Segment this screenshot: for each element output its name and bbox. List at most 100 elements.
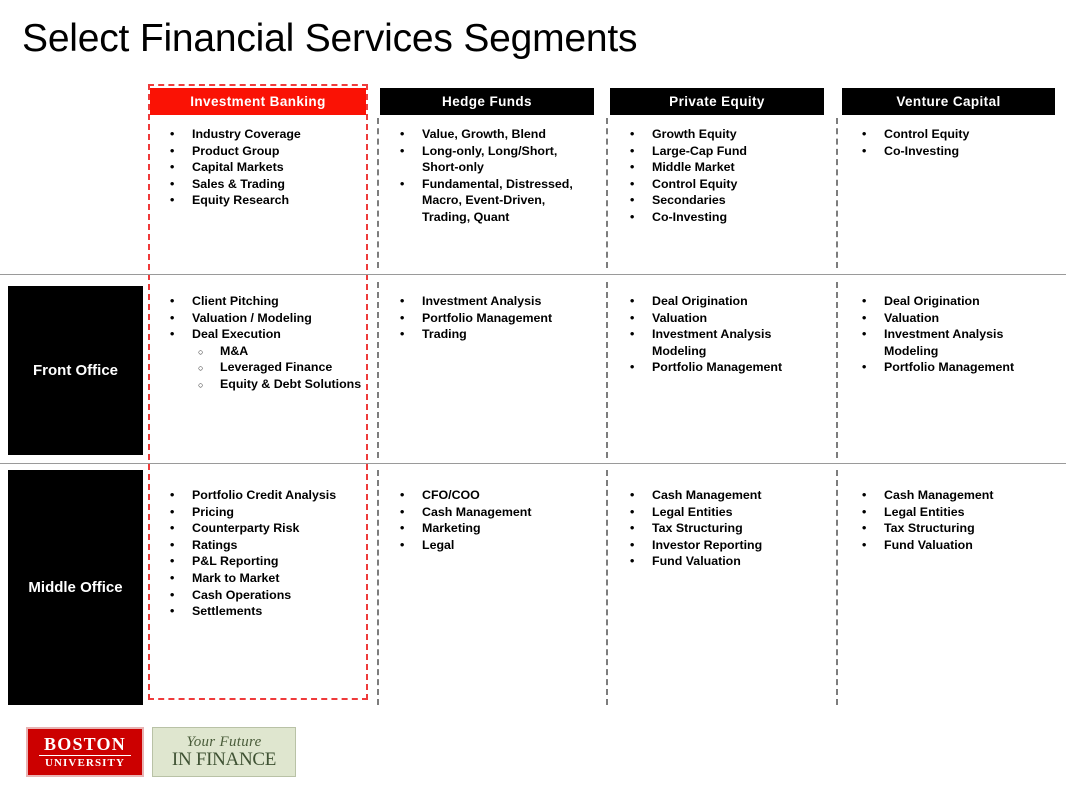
- bullet-icon: •: [630, 176, 635, 191]
- bu-logo-line2: UNIVERSITY: [44, 757, 126, 770]
- bullet-item: • Settlements: [150, 603, 368, 620]
- bullet-item: • Investment Analysis: [380, 293, 596, 310]
- bullet-icon: •: [630, 521, 635, 536]
- bullet-list: • Deal Origination • Valuation • Investment A…: [610, 293, 826, 376]
- bullet-item: • Portfolio Management: [610, 359, 826, 376]
- bullet-item: • Equity Research: [150, 192, 368, 209]
- bullet-item: • Mark to Market: [150, 570, 368, 587]
- column-header-label: Investment Banking: [190, 94, 326, 109]
- bullet-item: • Long-only, Long/Short, Short-only: [380, 143, 596, 176]
- bullet-icon: •: [630, 294, 635, 308]
- bullet-item: • Fund Valuation: [610, 553, 826, 570]
- bullet-icon: •: [862, 127, 867, 141]
- cell-middle-office-venture-capital: • Cash Management • Legal Entities • Tax Stru…: [842, 487, 1056, 553]
- bullet-item: • Legal: [380, 537, 596, 554]
- bullet-icon: •: [630, 310, 635, 325]
- hollow-bullet-icon: ○: [198, 346, 204, 357]
- bullet-item-label: Industry Coverage: [192, 127, 301, 141]
- yf-logo-line2: IN FINANCE: [171, 748, 277, 770]
- bullet-item-label: Client Pitching: [192, 294, 279, 308]
- bullet-item: • Pricing: [150, 504, 368, 521]
- bullet-item-label: Portfolio Management: [884, 360, 1015, 375]
- bullet-item-label: Cash Management: [652, 488, 762, 502]
- bullet-icon: •: [400, 488, 405, 502]
- bullet-item-label: Cash Management: [884, 488, 994, 502]
- page-title: Select Financial Services Segments: [22, 17, 638, 60]
- bullet-item: • Legal Entities: [610, 504, 826, 521]
- row-label-middle-office: Middle Office: [8, 470, 143, 705]
- bullet-item-label: Portfolio Management: [422, 310, 553, 325]
- bullet-icon: •: [170, 294, 175, 308]
- bullet-item: • Investment Analysis Modeling: [610, 326, 826, 359]
- bullet-icon: •: [170, 160, 175, 175]
- bullet-item-label: Pricing: [192, 504, 234, 519]
- bullet-item-label: Middle Market: [652, 160, 735, 175]
- column-header-investment-banking[interactable]: Investment Banking: [150, 88, 366, 115]
- bullet-icon: •: [630, 160, 635, 175]
- bullet-icon: •: [170, 127, 175, 141]
- bullet-item-label: Fundamental, Distressed, Macro, Event-Dr…: [422, 176, 573, 224]
- bullet-item-label: Equity Research: [192, 193, 290, 208]
- bullet-item: • Portfolio Management: [842, 359, 1056, 376]
- column-divider-1-bot: [377, 470, 379, 705]
- bullet-item-label: Valuation: [884, 310, 940, 325]
- bullet-item: • Ratings: [150, 537, 368, 554]
- bullet-item-label: Legal: [422, 537, 455, 552]
- bullet-item: • Value, Growth, Blend: [380, 126, 596, 143]
- bullet-icon: •: [400, 176, 405, 191]
- sub-bullet-item: ○ Leveraged Finance: [150, 359, 368, 376]
- bullet-item: • Investor Reporting: [610, 537, 826, 554]
- bullet-item-label: Investor Reporting: [652, 537, 763, 552]
- hollow-bullet-icon: ○: [198, 379, 204, 390]
- bullet-icon: •: [862, 294, 867, 308]
- bullet-icon: •: [400, 294, 405, 308]
- cell-front-office-hedge-funds: • Investment Analysis • Portfolio Managemen…: [380, 293, 596, 343]
- bullet-item: • Fund Valuation: [842, 537, 1056, 554]
- bullet-icon: •: [400, 143, 405, 158]
- column-divider-2-bot: [606, 470, 608, 705]
- your-future-in-finance-logo: Your Future IN FINANCE: [152, 727, 296, 777]
- bullet-item-label: P&L Reporting: [192, 554, 279, 569]
- column-header-hedge-funds[interactable]: Hedge Funds: [380, 88, 594, 115]
- bullet-item-label: Control Equity: [884, 127, 970, 141]
- bullet-list: • Control Equity • Co-Investing: [842, 126, 1056, 159]
- bullet-item-label: Marketing: [422, 521, 481, 536]
- bullet-item: • Marketing: [380, 520, 596, 537]
- bullet-item-label: Legal Entities: [884, 504, 965, 519]
- bullet-item: • Client Pitching: [150, 293, 368, 310]
- bullet-list: • CFO/COO • Cash Management • Marketing • Legal: [380, 487, 596, 553]
- bullet-icon: •: [630, 504, 635, 519]
- bullet-item: • Capital Markets: [150, 159, 368, 176]
- bullet-item-label: Sales & Trading: [192, 176, 285, 191]
- column-divider-1-top: [377, 118, 379, 268]
- bullet-item-label: Tax Structuring: [884, 521, 975, 536]
- bullet-item: • Valuation: [842, 310, 1056, 327]
- bullet-list: • Portfolio Credit Analysis • Pricing • Count…: [150, 487, 368, 620]
- bullet-item: • Deal Origination: [610, 293, 826, 310]
- bullet-item: • Counterparty Risk: [150, 520, 368, 537]
- column-header-label: Private Equity: [669, 94, 765, 109]
- bullet-icon: •: [170, 504, 175, 519]
- bullet-item: • Tax Structuring: [610, 520, 826, 537]
- row-separator-2: [0, 463, 1066, 464]
- bullet-item-label: Trading: [422, 327, 467, 342]
- bullet-item-label: Value, Growth, Blend: [422, 127, 546, 141]
- bullet-list: • Growth Equity • Large-Cap Fund • Middle Mar…: [610, 126, 826, 226]
- cell-middle-office-investment-banking: • Portfolio Credit Analysis • Pricing • Count…: [150, 487, 368, 620]
- column-divider-1-mid: [377, 282, 379, 458]
- bullet-list: • Investment Analysis • Portfolio Managemen…: [380, 293, 596, 343]
- column-header-label: Hedge Funds: [442, 94, 532, 109]
- bullet-icon: •: [170, 176, 175, 191]
- bullet-item-label: Deal Origination: [652, 294, 748, 308]
- column-header-private-equity[interactable]: Private Equity: [610, 88, 824, 115]
- bullet-item-label: Control Equity: [652, 176, 738, 191]
- bullet-item: • Cash Management: [842, 487, 1056, 504]
- column-header-venture-capital[interactable]: Venture Capital: [842, 88, 1055, 115]
- bullet-item-label: Valuation / Modeling: [192, 310, 312, 325]
- bullet-icon: •: [170, 193, 175, 208]
- bullet-item: • Product Group: [150, 143, 368, 160]
- bullet-item-label: Deal Execution: [192, 327, 281, 342]
- bu-logo-line1: BOSTON: [44, 733, 126, 754]
- bullet-icon: •: [862, 360, 867, 375]
- bullet-icon: •: [862, 310, 867, 325]
